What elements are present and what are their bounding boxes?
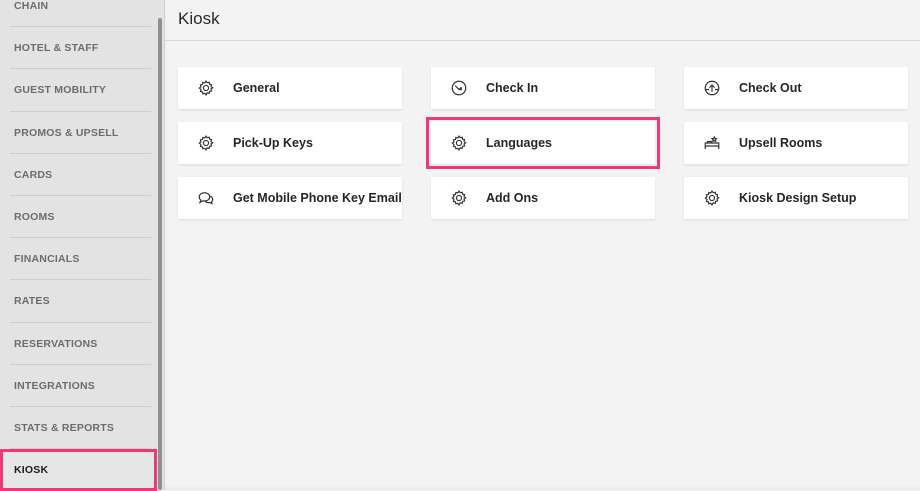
tile-check-in[interactable]: Check In	[431, 67, 655, 109]
page-title: Kiosk	[178, 9, 220, 28]
title-divider	[165, 40, 920, 41]
tile-label: General	[233, 81, 280, 95]
sidebar-item-financials[interactable]: FINANCIALS	[0, 238, 157, 281]
sidebar-item-rooms[interactable]: ROOMS	[0, 196, 157, 239]
sidebar-item-chain[interactable]: CHAIN	[0, 0, 157, 28]
tile-add-ons[interactable]: Add Ons	[431, 177, 655, 219]
tile-general[interactable]: General	[178, 67, 402, 109]
sidebar-item-kiosk[interactable]: KIOSK	[0, 449, 157, 491]
tile-kiosk-design-setup[interactable]: Kiosk Design Setup	[684, 177, 908, 219]
sidebar-item-guest-mobility[interactable]: GUEST MOBILITY	[0, 69, 157, 112]
tile-get-mobile-phone-key-email[interactable]: Get Mobile Phone Key Email	[178, 177, 402, 219]
gear-icon	[197, 79, 215, 97]
tile-label: Languages	[486, 136, 552, 150]
sidebar: CHAIN HOTEL & STAFF GUEST MOBILITY PROMO…	[0, 0, 165, 491]
tile-label: Get Mobile Phone Key Email	[233, 191, 402, 205]
bottom-shadow	[165, 484, 920, 490]
gear-icon	[197, 134, 215, 152]
gear-icon	[450, 189, 468, 207]
tile-label: Kiosk Design Setup	[739, 191, 857, 205]
sidebar-item-hotel-staff[interactable]: HOTEL & STAFF	[0, 27, 157, 70]
check-in-icon	[450, 79, 468, 97]
tile-upsell-rooms[interactable]: Upsell Rooms	[684, 122, 908, 164]
tile-label: Check In	[486, 81, 539, 95]
sidebar-item-stats-reports[interactable]: STATS & REPORTS	[0, 407, 157, 450]
sidebar-item-reservations[interactable]: RESERVATIONS	[0, 323, 157, 365]
tile-pick-up-keys[interactable]: Pick-Up Keys	[178, 122, 402, 164]
sidebar-item-promos-upsell[interactable]: PROMOS & UPSELL	[0, 112, 157, 154]
tile-label: Pick-Up Keys	[233, 136, 313, 150]
tile-label: Add Ons	[486, 191, 539, 205]
sidebar-item-rates[interactable]: RATES	[0, 280, 157, 323]
sidebar-scrollbar[interactable]	[158, 18, 162, 490]
check-out-icon	[703, 79, 721, 97]
gear-icon	[450, 134, 468, 152]
tile-check-out[interactable]: Check Out	[684, 67, 908, 109]
sidebar-item-integrations[interactable]: INTEGRATIONS	[0, 365, 157, 408]
tile-languages[interactable]: Languages	[426, 117, 660, 169]
gear-icon	[703, 189, 721, 207]
chat-bubbles-icon	[197, 189, 215, 207]
tile-label: Check Out	[739, 81, 802, 95]
upsell-bed-icon	[703, 134, 721, 152]
tile-label: Upsell Rooms	[739, 136, 823, 150]
sidebar-item-cards[interactable]: CARDS	[0, 154, 157, 197]
sidebar-nav: CHAIN HOTEL & STAFF GUEST MOBILITY PROMO…	[0, 0, 157, 491]
